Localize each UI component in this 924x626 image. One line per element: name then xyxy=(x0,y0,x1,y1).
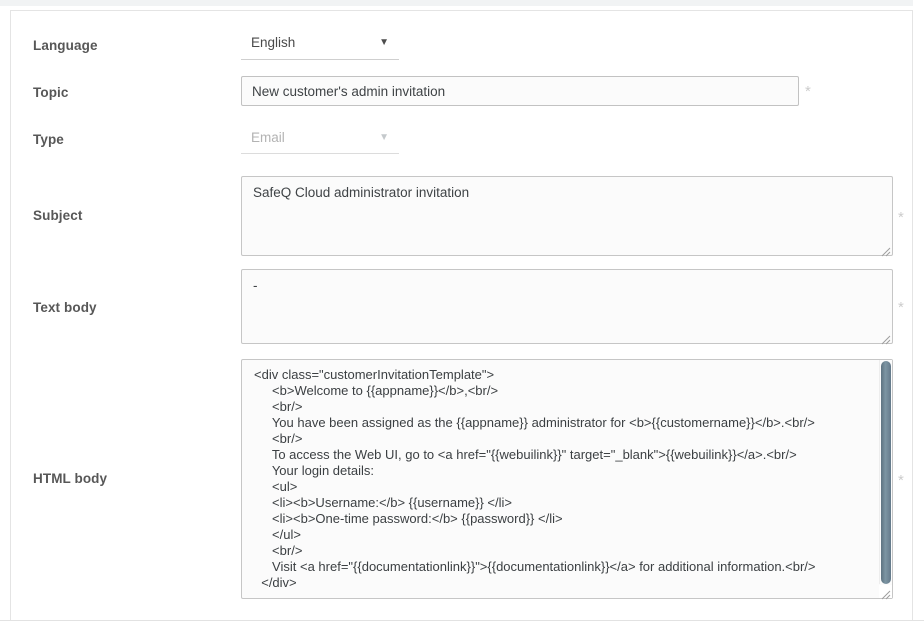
resize-handle-icon[interactable] xyxy=(881,332,891,342)
top-divider xyxy=(0,0,913,6)
bottom-divider xyxy=(0,620,924,621)
topic-label: Topic xyxy=(33,85,69,100)
subject-textarea[interactable]: SafeQ Cloud administrator invitation xyxy=(241,176,893,256)
required-asterisk: * xyxy=(805,83,811,100)
required-asterisk: * xyxy=(898,299,904,316)
text-body-textarea[interactable]: - xyxy=(241,269,893,344)
language-select-value: English xyxy=(251,35,295,50)
html-body-textarea[interactable]: <div class="customerInvitationTemplate">… xyxy=(241,359,893,599)
subject-field: SafeQ Cloud administrator invitation xyxy=(241,176,893,256)
required-asterisk: * xyxy=(898,472,904,489)
dropdown-arrow-icon: ▼ xyxy=(379,37,389,48)
resize-handle-icon[interactable] xyxy=(881,587,891,597)
html-body-label: HTML body xyxy=(33,471,107,486)
subject-label: Subject xyxy=(33,208,82,223)
topic-input[interactable] xyxy=(241,76,799,106)
language-select[interactable]: English ▼ xyxy=(241,28,399,60)
scrollbar-thumb[interactable] xyxy=(881,361,891,584)
text-body-label: Text body xyxy=(33,300,97,315)
language-label: Language xyxy=(33,38,98,53)
required-asterisk: * xyxy=(898,209,904,226)
dropdown-arrow-icon: ▼ xyxy=(379,132,389,143)
form-panel: Language English ▼ Topic * Type Email ▼ … xyxy=(10,10,913,620)
type-select-value: Email xyxy=(251,130,285,145)
type-select: Email ▼ xyxy=(241,123,399,154)
type-label: Type xyxy=(33,132,64,147)
resize-handle-icon[interactable] xyxy=(881,244,891,254)
text-body-field: - xyxy=(241,269,893,344)
html-body-field: <div class="customerInvitationTemplate">… xyxy=(241,359,893,599)
